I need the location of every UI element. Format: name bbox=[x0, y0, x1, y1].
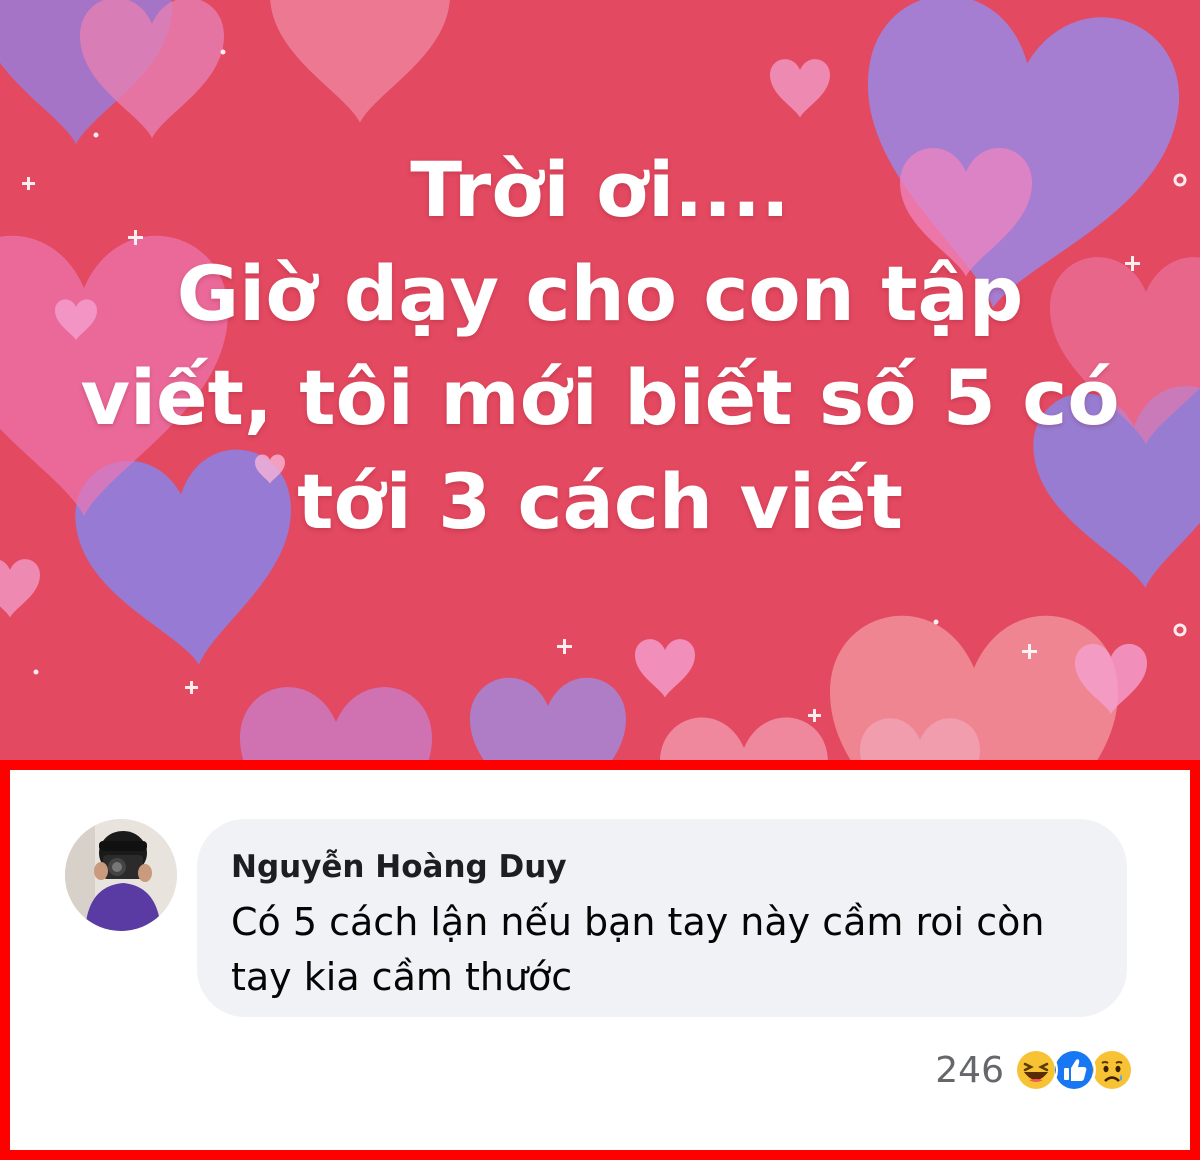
avatar[interactable] bbox=[65, 819, 177, 931]
post-text-line: Giờ dạy cho con tập bbox=[176, 249, 1024, 338]
haha-icon bbox=[1014, 1048, 1058, 1092]
post-text-line: Trời ơi.... bbox=[410, 145, 790, 234]
comment-text-line: Có 5 cách lận nếu bạn tay này cầm roi cò… bbox=[231, 900, 1045, 944]
reaction-summary[interactable]: 246 bbox=[935, 1045, 1134, 1095]
reaction-icons bbox=[1014, 1048, 1134, 1092]
post-banner: Trời ơi.... Giờ dạy cho con tập viết, tô… bbox=[0, 0, 1200, 760]
comment-text-line: tay kia cầm thước bbox=[231, 955, 573, 999]
profile-photo-icon bbox=[65, 819, 177, 931]
sad-icon bbox=[1090, 1048, 1134, 1092]
comment-bubble: Nguyễn Hoàng Duy Có 5 cách lận nếu bạn t… bbox=[197, 819, 1127, 1017]
post-text-line: viết, tôi mới biết số 5 có bbox=[80, 353, 1120, 442]
comment-author-name[interactable]: Nguyễn Hoàng Duy bbox=[231, 847, 1091, 887]
post-text-line: tới 3 cách viết bbox=[297, 457, 903, 546]
like-icon bbox=[1052, 1048, 1096, 1092]
comment-text: Có 5 cách lận nếu bạn tay này cầm roi cò… bbox=[231, 895, 1091, 1005]
comment-section: Nguyễn Hoàng Duy Có 5 cách lận nếu bạn t… bbox=[0, 760, 1200, 1160]
reaction-count: 246 bbox=[935, 1049, 1004, 1091]
post-message: Trời ơi.... Giờ dạy cho con tập viết, tô… bbox=[60, 138, 1140, 554]
